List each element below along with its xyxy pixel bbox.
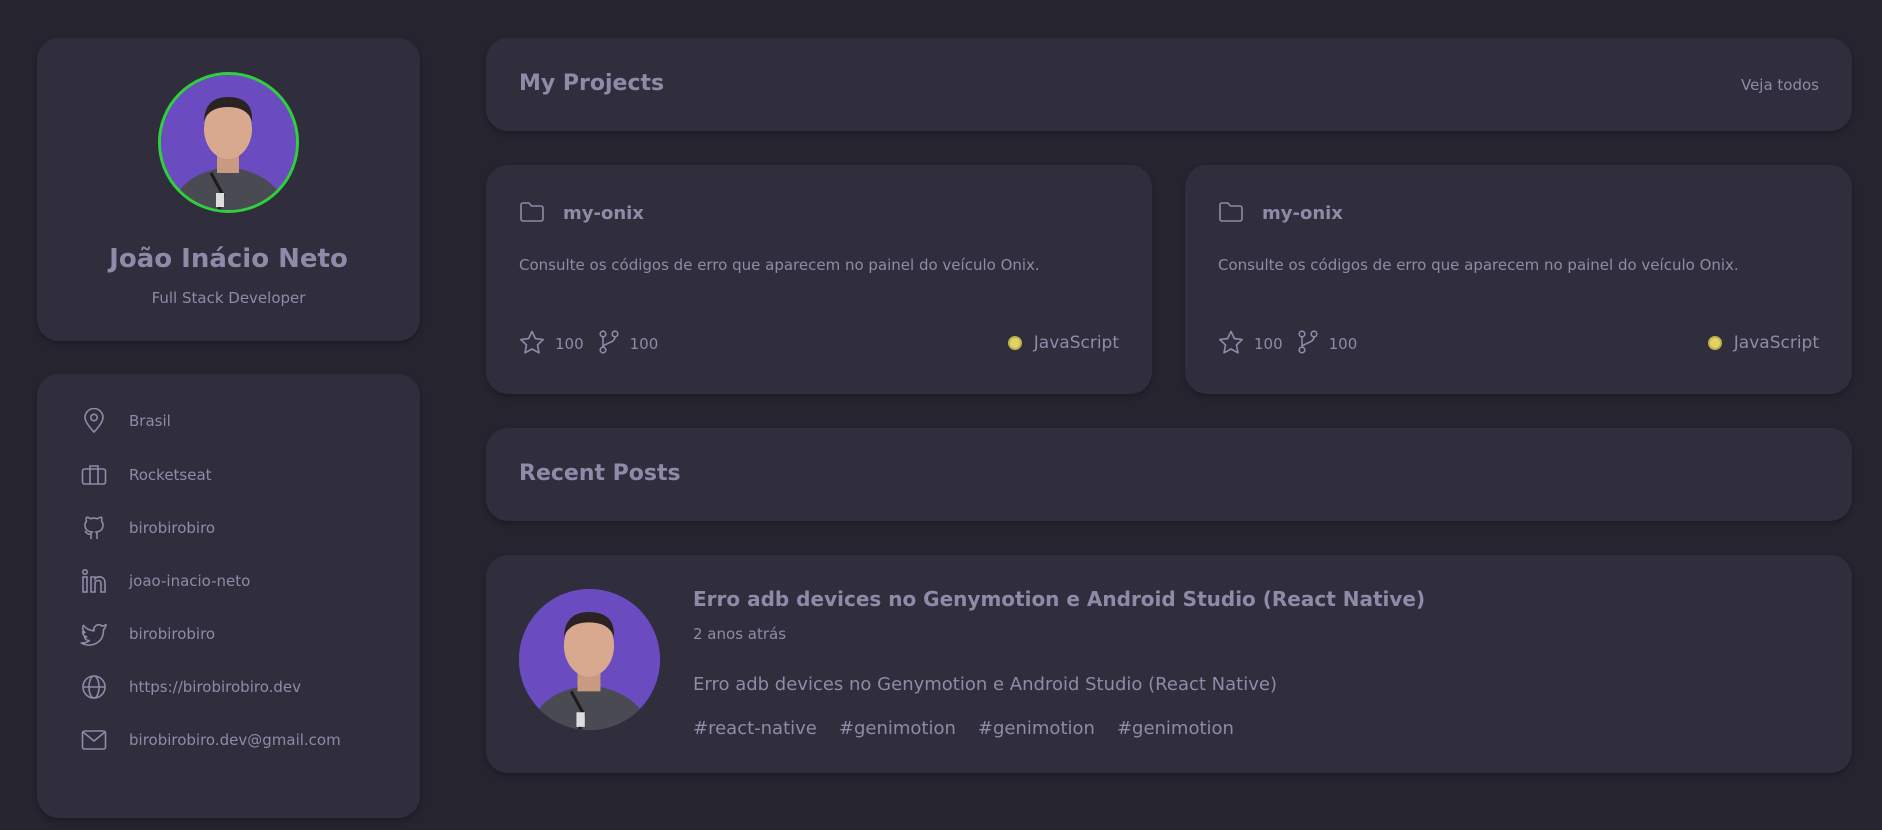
post-title[interactable]: Erro adb devices no Genymotion e Android… [693,587,1425,611]
info-linkedin-text[interactable]: joao-inacio-neto [129,572,250,590]
info-github[interactable]: birobirobiro [80,513,215,543]
post-tag[interactable]: #genimotion [978,718,1095,739]
project-language: JavaScript [1707,333,1819,353]
star-icon [519,330,545,359]
post-avatar [519,589,660,730]
info-linkedin[interactable]: joao-inacio-neto [80,566,250,596]
briefcase-icon [80,461,108,489]
profile-photo [161,75,296,210]
twitter-icon [80,620,108,648]
info-company: Rocketseat [80,460,212,490]
star-count: 100 [555,335,584,353]
star-icon [1218,330,1244,359]
see-all-link[interactable]: Veja todos [1741,76,1819,94]
language-label: JavaScript [1033,333,1119,353]
info-location-text: Brasil [129,412,171,430]
project-description: Consulte os códigos de erro que aparecem… [1218,256,1739,274]
profile-role: Full Stack Developer [151,289,306,307]
location-pin-icon [80,407,108,435]
linkedin-icon [80,567,108,595]
info-twitter[interactable]: birobirobiro [80,619,215,649]
profile-card: João Inácio Neto Full Stack Developer [37,38,420,341]
post-tag[interactable]: #react-native [693,718,817,739]
github-icon [80,514,108,542]
projects-header: My Projects Veja todos [486,38,1852,131]
mail-icon [80,726,108,754]
post-tags: #react-native #genimotion #genimotion #g… [693,718,1234,739]
post-card[interactable]: Erro adb devices no Genymotion e Android… [486,555,1852,773]
posts-header: Recent Posts [486,428,1852,521]
info-company-text: Rocketseat [129,466,212,484]
globe-icon [80,673,108,701]
language-label: JavaScript [1733,333,1819,353]
profile-name: João Inácio Neto [109,244,348,274]
info-website[interactable]: https://birobirobiro.dev [80,672,301,702]
info-email[interactable]: birobirobiro.dev@gmail.com [80,725,341,755]
info-email-text[interactable]: birobirobiro.dev@gmail.com [129,731,341,749]
project-stats: 100 100 [1218,329,1371,359]
star-count: 100 [1254,335,1283,353]
info-website-text[interactable]: https://birobirobiro.dev [129,678,301,696]
fork-count: 100 [1328,335,1358,353]
language-dot [1007,336,1022,350]
project-name[interactable]: my-onix [563,203,644,224]
fork-icon [1297,329,1319,359]
project-card[interactable]: my-onix Consulte os códigos de erro que … [486,165,1152,394]
info-card: Brasil Rocketseat birobirobiro joao-inac… [37,374,420,818]
post-author-photo [519,589,660,730]
info-github-text[interactable]: birobirobiro [129,519,215,537]
project-language: JavaScript [1007,333,1119,353]
project-name[interactable]: my-onix [1262,203,1343,224]
fork-icon [598,329,620,359]
fork-count: 100 [629,335,659,353]
info-location: Brasil [80,406,171,436]
project-stats: 100 100 [519,329,672,359]
language-dot [1707,336,1722,350]
post-body: Erro adb devices no Genymotion e Android… [693,674,1277,695]
folder-icon [519,201,545,227]
info-twitter-text[interactable]: birobirobiro [129,625,215,643]
post-tag[interactable]: #genimotion [839,718,956,739]
post-time: 2 anos atrás [693,625,787,643]
folder-icon [1218,201,1244,227]
avatar [158,72,299,213]
project-description: Consulte os códigos de erro que aparecem… [519,256,1040,274]
posts-title: Recent Posts [519,461,681,486]
post-tag[interactable]: #genimotion [1117,718,1234,739]
projects-title: My Projects [519,71,665,96]
project-card[interactable]: my-onix Consulte os códigos de erro que … [1185,165,1852,394]
